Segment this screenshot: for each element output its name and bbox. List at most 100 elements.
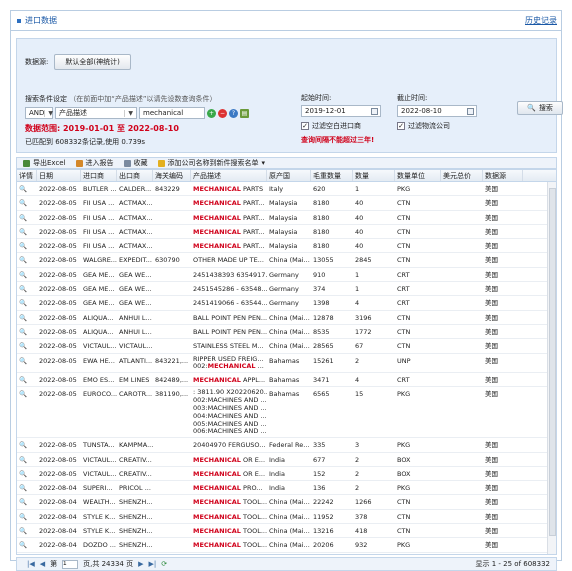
detail-icon[interactable]: 🔍	[17, 339, 37, 352]
table-row[interactable]: 🔍 2022-08-05 GEA ME... GEA WE... 2451545286 …	[17, 282, 556, 297]
prev-page-icon[interactable]: ◀	[40, 560, 45, 568]
logic-select[interactable]: AND ▼	[25, 107, 53, 119]
export-excel-button[interactable]: 导出Excel	[23, 158, 66, 168]
detail-icon[interactable]: 🔍	[17, 453, 37, 466]
report-icon	[75, 159, 83, 167]
table-row[interactable]: 🔍 2022-08-05 FII USA ... ACTMAX... MECHANICA…	[17, 211, 556, 225]
filter-logistics-checkbox[interactable]: ✓ 过滤物流公司	[397, 121, 450, 131]
add-condition-icon[interactable]: +	[207, 108, 216, 118]
field-select[interactable]: 产品描述 ▼	[55, 107, 137, 119]
table-cell: 2	[355, 455, 360, 464]
detail-icon[interactable]: 🔍	[17, 296, 37, 309]
column-header[interactable]: 数量单位	[395, 170, 441, 181]
detail-icon[interactable]: 🔍	[17, 510, 37, 523]
table-row[interactable]: 🔍 2022-08-05 FII USA ... ACTMAX... MECHANICA…	[17, 196, 556, 211]
column-header[interactable]: 产品描述	[191, 170, 267, 181]
end-date-input[interactable]: 2022-08-10	[397, 105, 477, 117]
detail-icon[interactable]: 🔍	[17, 239, 37, 252]
vertical-scrollbar[interactable]	[547, 182, 556, 554]
table-row[interactable]: 🔍 2022-08-04 DOZDO ... SHENZH... MECHANICAL …	[17, 538, 556, 553]
table-row[interactable]: 🔍 2022-08-05 FII USA ... ACTMAX... MECHANICA…	[17, 239, 556, 254]
page-input[interactable]	[62, 559, 79, 569]
column-header[interactable]: 海关编码	[153, 170, 191, 181]
scrollbar-thumb[interactable]	[549, 188, 556, 536]
detail-icon[interactable]: 🔍	[17, 495, 37, 508]
help-icon[interactable]: ?	[229, 108, 238, 118]
column-header[interactable]: 毛重数量	[311, 170, 353, 181]
calendar-icon[interactable]	[371, 108, 378, 115]
detail-icon[interactable]: 🔍	[17, 253, 37, 266]
table-row[interactable]: 🔍 2022-08-04 WEALTH... SHENZH... MECHANICAL …	[17, 495, 556, 510]
table-cell: Bahamas	[269, 356, 300, 365]
history-link[interactable]: 历史记录	[525, 15, 557, 26]
export-condition-icon[interactable]: ▤	[240, 108, 249, 118]
start-date-input[interactable]: 2019-12-01	[301, 105, 381, 117]
refresh-icon[interactable]: ⟳	[161, 560, 167, 568]
next-page-icon[interactable]: ▶	[138, 560, 143, 568]
table-row[interactable]: 🔍 2022-08-05 BUTLER ... CALDER... 843229 MECH…	[17, 182, 556, 197]
detail-icon[interactable]: 🔍	[17, 182, 37, 195]
last-page-icon[interactable]: ▶|	[148, 560, 156, 568]
detail-icon[interactable]: 🔍	[17, 325, 37, 338]
detail-icon[interactable]: 🔍	[17, 282, 37, 295]
detail-icon[interactable]: 🔍	[17, 481, 37, 494]
table-row[interactable]: 🔍 2022-08-05 EMO ES... EM LINES 842489,... ME…	[17, 373, 556, 388]
column-header[interactable]: 数据源	[483, 170, 523, 181]
detail-icon[interactable]: 🔍	[17, 196, 37, 209]
table-cell: MECHANICAL OR E...	[193, 455, 266, 464]
detail-icon[interactable]: 🔍	[17, 268, 37, 281]
keyword-input[interactable]: mechanical	[139, 107, 205, 119]
collect-button[interactable]: 收藏	[123, 158, 148, 168]
column-header[interactable]: 出口商	[117, 170, 153, 181]
table-row[interactable]: 🔍 2022-08-05 VICTAUL... VICTAUL... STAINLESS…	[17, 339, 556, 354]
enter-report-button[interactable]: 进入报告	[75, 158, 114, 168]
detail-icon[interactable]: 🔍	[17, 354, 37, 373]
remove-condition-icon[interactable]: −	[218, 108, 227, 118]
table-row[interactable]: 🔍 2022-08-05 TUNSTA... KAMPMA... 20404970 FE…	[17, 438, 556, 453]
table-row[interactable]: 🔍 2022-08-05 EUROCO... CAROTR... 381190,...:…	[17, 387, 556, 439]
column-header[interactable]: 美元总价	[441, 170, 483, 181]
end-date-value: 2022-08-10	[401, 107, 442, 115]
column-header[interactable]: 日期	[37, 170, 81, 181]
table-row[interactable]: 🔍 2022-08-05 ALIQUA... ANHUI L... BALL POINT…	[17, 311, 556, 325]
detail-icon[interactable]: 🔍	[17, 211, 37, 224]
table-cell: BALL POINT PEN PEN...	[193, 313, 267, 322]
column-header[interactable]: 进口商	[81, 170, 117, 181]
filter-blank-importer-checkbox[interactable]: ✓ 过滤空白进口商	[301, 121, 361, 131]
first-page-icon[interactable]: |◀	[27, 560, 35, 568]
detail-icon[interactable]: 🔍	[17, 311, 37, 324]
calendar-icon[interactable]	[467, 108, 474, 115]
detail-icon[interactable]: 🔍	[17, 373, 37, 386]
column-header[interactable]: 原产国	[267, 170, 311, 181]
table-cell	[441, 225, 483, 238]
table-cell: Italy	[269, 185, 284, 193]
detail-icon[interactable]: 🔍	[17, 467, 37, 480]
table-row[interactable]: 🔍 2022-08-05 FII USA ... ACTMAX... MECHANICA…	[17, 225, 556, 240]
table-cell: 335	[313, 441, 326, 450]
chevron-down-icon: ▼	[124, 109, 133, 117]
table-row[interactable]: 🔍 2022-08-05 VICTAUL... CREATIV... MECHANICA…	[17, 453, 556, 467]
table-row[interactable]: 🔍 2022-08-05 EWA HE... ATLANTI... 843221,...…	[17, 354, 556, 374]
detail-icon[interactable]: 🔍	[17, 538, 37, 551]
source-button[interactable]: 默认全部(神统计)	[54, 54, 131, 70]
add-company-button[interactable]: 添加公司名称到新件搜索名单 ▾	[157, 158, 265, 168]
search-button[interactable]: 🔍 搜索	[517, 101, 563, 115]
table-row[interactable]: 🔍 2022-08-04 SUPERI... PRICOL ... MECHANICAL…	[17, 481, 556, 496]
detail-icon[interactable]: 🔍	[17, 387, 37, 437]
column-header[interactable]: 详情	[17, 170, 37, 181]
table-row[interactable]: 🔍 2022-08-05 WALGRE... EXPEDIT... 630790 OTHE…	[17, 253, 556, 268]
table-cell: 美国	[485, 313, 498, 322]
filter-logistics-label: 过滤物流公司	[408, 122, 450, 130]
table-row[interactable]: 🔍 2022-08-04 STYLE K... SHENZH... MECHANICAL…	[17, 524, 556, 539]
table-row[interactable]: 🔍 2022-08-05 VICTAUL... CREATIV... MECHANICA…	[17, 467, 556, 482]
table-cell	[441, 282, 483, 295]
column-header[interactable]: 数量	[353, 170, 395, 181]
table-row[interactable]: 🔍 2022-08-05 ALIQUA... ANHUI L... BALL POINT…	[17, 325, 556, 340]
table-row[interactable]: 🔍 2022-08-05 GEA ME... GEA WE... 2451419066 …	[17, 296, 556, 311]
end-date-block: 截止时间: 2022-08-10	[397, 93, 477, 117]
table-row[interactable]: 🔍 2022-08-04 STYLE K... SHENZH... MECHANICAL…	[17, 510, 556, 525]
detail-icon[interactable]: 🔍	[17, 225, 37, 238]
detail-icon[interactable]: 🔍	[17, 438, 37, 451]
detail-icon[interactable]: 🔍	[17, 524, 37, 537]
table-row[interactable]: 🔍 2022-08-05 GEA ME... GEA WE... 2451438393 …	[17, 268, 556, 283]
